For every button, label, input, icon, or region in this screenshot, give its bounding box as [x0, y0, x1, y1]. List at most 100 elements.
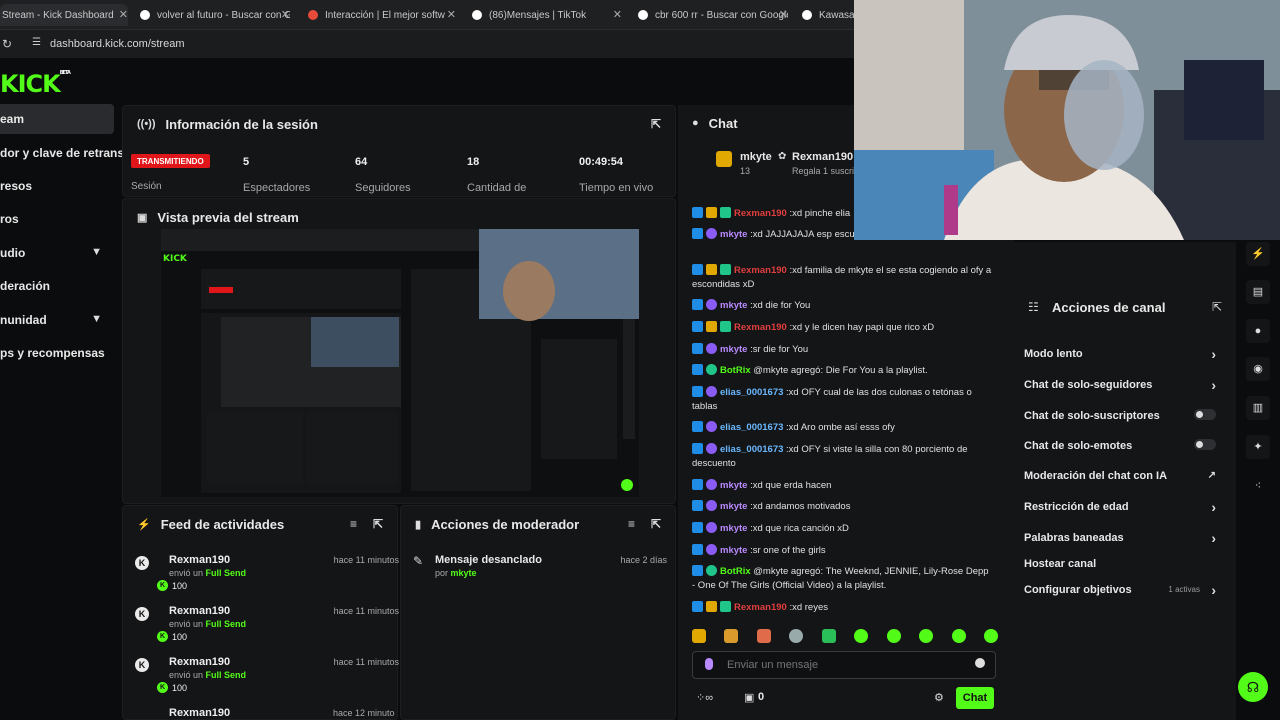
- popout-icon[interactable]: ⇱: [1212, 300, 1222, 314]
- pinned-gift-banner[interactable]: mkyte 13 ✿ Rexman190 Regala 1 suscrip: [678, 143, 860, 189]
- mod-username[interactable]: mkyte: [451, 568, 477, 578]
- chat-username[interactable]: mkyte: [720, 300, 747, 311]
- emoji-icon[interactable]: [975, 658, 985, 668]
- channel-action-goals[interactable]: Configurar objetivos 1 activas ›: [1024, 582, 1224, 598]
- chat-username[interactable]: mkyte: [720, 344, 747, 355]
- chat-username[interactable]: Rexman190: [734, 602, 787, 613]
- channel-action-banned-words[interactable]: Palabras baneadas ›: [1024, 530, 1224, 546]
- kick-gift-icon: K: [135, 556, 149, 570]
- channel-action-age-restriction[interactable]: Restricción de edad ›: [1024, 499, 1224, 515]
- stream-preview-video[interactable]: KICK: [161, 229, 639, 497]
- sidebar-item-audio[interactable]: udio ▼: [0, 238, 114, 268]
- chat-message: Rexman190 :xd reyes: [692, 601, 992, 615]
- mic-icon[interactable]: [705, 658, 713, 670]
- founder-badge-icon: [706, 343, 717, 354]
- emote-icon[interactable]: [951, 629, 966, 643]
- popout-icon[interactable]: ⇱: [651, 117, 661, 131]
- tab-close-icon[interactable]: ✕: [613, 8, 622, 21]
- activity-user[interactable]: Rexman190: [169, 554, 230, 566]
- chat-username[interactable]: mkyte: [720, 480, 747, 491]
- chat-username[interactable]: Rexman190: [734, 208, 787, 219]
- reload-icon[interactable]: ↻: [2, 37, 12, 51]
- sidebar-item-ros[interactable]: ros: [0, 204, 114, 234]
- chat-username[interactable]: mkyte: [720, 545, 747, 556]
- tab-close-icon[interactable]: ✕: [779, 8, 788, 21]
- channel-action-followers-only[interactable]: Chat de solo-seguidores ›: [1024, 377, 1224, 393]
- emote-icon[interactable]: [854, 629, 869, 643]
- sidebar-item-stream-key[interactable]: dor y clave de retransn: [0, 138, 131, 168]
- chat-username[interactable]: BotRix: [720, 566, 751, 577]
- help-button[interactable]: ☊: [1238, 672, 1268, 702]
- gift-text: Regala 1 suscrip: [792, 166, 860, 176]
- tab-close-icon[interactable]: ✕: [281, 8, 290, 21]
- filter-icon[interactable]: ≡: [628, 517, 635, 531]
- gifter-name[interactable]: Rexman190: [792, 151, 853, 163]
- chat-username[interactable]: elias_0001673: [720, 444, 783, 455]
- emote-icon[interactable]: [919, 629, 934, 643]
- channel-action-host[interactable]: Hostear canal: [1024, 558, 1224, 570]
- tab-close-icon[interactable]: ✕: [447, 8, 456, 21]
- chat-username[interactable]: mkyte: [720, 501, 747, 512]
- wrench-icon[interactable]: ✦: [1246, 435, 1270, 459]
- emotes-only-toggle[interactable]: [1194, 439, 1216, 450]
- kick-logo[interactable]: KICKBETA: [0, 70, 71, 98]
- pinned-user[interactable]: mkyte: [740, 151, 772, 163]
- channel-action-slow-mode[interactable]: Modo lento ›: [1024, 346, 1224, 362]
- chat-username[interactable]: mkyte: [720, 229, 747, 240]
- activity-user[interactable]: Rexman190: [169, 605, 230, 617]
- emote-icon[interactable]: [756, 629, 771, 643]
- action-label: Restricción de edad: [1024, 501, 1129, 513]
- site-info-icon[interactable]: ☰: [32, 37, 41, 48]
- layout-icon[interactable]: ▥: [1246, 396, 1270, 420]
- chat-username[interactable]: Rexman190: [734, 322, 787, 333]
- emote-icon[interactable]: [724, 629, 739, 643]
- action-label: Configurar objetivos: [1024, 584, 1132, 596]
- emote-icon[interactable]: [692, 629, 706, 643]
- amount-value: 100: [172, 682, 188, 693]
- chat-bubble-icon[interactable]: ●: [1246, 319, 1270, 343]
- chat-settings-icon[interactable]: ⚙: [934, 691, 944, 704]
- chat-username[interactable]: BotRix: [720, 365, 751, 376]
- chat-username[interactable]: elias_0001673: [720, 387, 783, 398]
- activity-user[interactable]: Rexman190: [169, 707, 230, 719]
- browser-tab[interactable]: volver al futuro - Buscar con Go ✕: [140, 4, 290, 26]
- notes-icon[interactable]: ▤: [1246, 280, 1270, 304]
- emote-icon[interactable]: [983, 629, 998, 643]
- channel-action-ai-moderation[interactable]: Moderación del chat con IA ↗: [1024, 470, 1224, 482]
- subscribers-only-toggle[interactable]: [1194, 409, 1216, 420]
- sidebar-item-rewards[interactable]: ps y recompensas: [0, 338, 114, 368]
- browser-tab[interactable]: Stream - Kick Dashboard ✕: [0, 4, 128, 26]
- browser-tab[interactable]: (86)Mensajes | TikTok ✕: [472, 4, 622, 26]
- chat-text: :xd reyes: [789, 602, 828, 613]
- filter-icon[interactable]: ≡: [350, 517, 357, 531]
- sidebar-item-stream[interactable]: eam: [0, 104, 114, 134]
- url-field[interactable]: dashboard.kick.com/stream: [50, 38, 185, 50]
- session-info-panel: ((•)) Información de la sesión ⇱ TRANSMI…: [122, 105, 676, 197]
- emote-icon[interactable]: [789, 629, 804, 643]
- chat-input[interactable]: [727, 657, 957, 673]
- browser-tab[interactable]: Kawasaki: [802, 4, 862, 26]
- tab-close-icon[interactable]: ✕: [119, 8, 128, 21]
- sidebar-item-community[interactable]: nunidad ▼: [0, 305, 114, 335]
- send-chat-button[interactable]: Chat: [956, 687, 994, 709]
- popout-icon[interactable]: ⇱: [651, 517, 661, 531]
- bolt-icon[interactable]: ⚡: [1246, 242, 1270, 266]
- sub-badge-icon: [706, 321, 717, 332]
- sidebar-item-moderation[interactable]: deración: [0, 271, 114, 301]
- activity-user[interactable]: Rexman190: [169, 656, 230, 668]
- viewers-icon[interactable]: ⁘∞: [696, 691, 713, 704]
- emote-icon[interactable]: [821, 629, 836, 643]
- broadcast-icon[interactable]: ◉: [1246, 357, 1270, 381]
- browser-tab[interactable]: cbr 600 rr - Buscar con Google ✕: [638, 4, 788, 26]
- shield-icon: ▮: [415, 518, 422, 531]
- chevron-right-icon: ›: [1211, 499, 1216, 515]
- chat-username[interactable]: Rexman190: [734, 265, 787, 276]
- share-icon[interactable]: ⁖: [1246, 474, 1270, 498]
- emote-icon[interactable]: [886, 629, 901, 643]
- chat-username[interactable]: elias_0001673: [720, 422, 783, 433]
- browser-tab[interactable]: Interacción | El mejor softw ✕: [308, 4, 456, 26]
- popout-icon[interactable]: ⇱: [373, 517, 383, 531]
- chat-username[interactable]: mkyte: [720, 523, 747, 534]
- sidebar-item-payouts[interactable]: resos: [0, 171, 114, 201]
- chat-input-box[interactable]: [692, 651, 996, 679]
